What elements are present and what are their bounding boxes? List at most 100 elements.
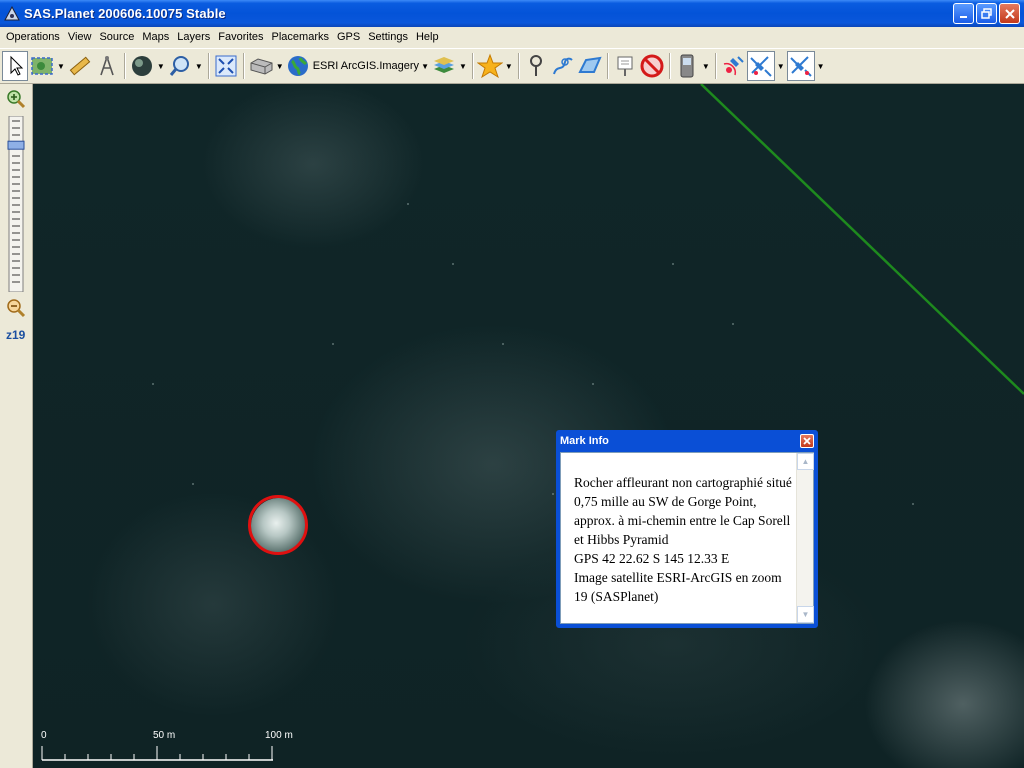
add-placemark-button[interactable] (523, 51, 549, 81)
ruler-button[interactable] (67, 51, 93, 81)
minimize-icon (959, 15, 967, 18)
gps-track-button[interactable] (746, 51, 775, 81)
scale-label-100: 100 m (265, 730, 293, 741)
map-source-dropdown-icon[interactable]: ▼ (421, 62, 429, 71)
cache-dropdown-icon[interactable]: ▼ (276, 62, 284, 71)
mark-info-body: Rocher affleurant non cartographié situé… (560, 452, 814, 624)
gps-panel-button[interactable] (674, 51, 700, 81)
toolbar-separator (123, 53, 126, 79)
menu-favorites[interactable]: Favorites (214, 27, 267, 48)
menu-settings[interactable]: Settings (364, 27, 412, 48)
menu-gps[interactable]: GPS (333, 27, 364, 48)
show-placemarks-button[interactable] (612, 51, 638, 81)
toolbar-separator (606, 53, 609, 79)
scroll-down-button[interactable]: ▼ (797, 606, 814, 623)
fullscreen-icon (215, 55, 237, 77)
title-bar: SAS.Planet 200606.10075 Stable (0, 0, 1024, 27)
zoom-slider[interactable] (7, 115, 25, 293)
gps-connect-button[interactable] (720, 51, 746, 81)
track-line (152, 84, 1024, 505)
scale-ticks (41, 746, 273, 761)
zoom-out-icon (7, 299, 26, 318)
menu-maps[interactable]: Maps (138, 27, 173, 48)
map-source-label: ESRI ArcGIS.Imagery (312, 60, 420, 72)
satellite-signal-icon (723, 56, 744, 76)
globe-button[interactable] (129, 51, 155, 81)
toolbar-separator (207, 53, 210, 79)
select-map-icon (31, 57, 53, 75)
gps-panel-dropdown-icon[interactable]: ▼ (702, 62, 710, 71)
select-area-button[interactable] (29, 51, 55, 81)
menu-placemarks[interactable]: Placemarks (268, 27, 333, 48)
zoom-search-dropdown-icon[interactable]: ▼ (195, 62, 203, 71)
zoom-in-button[interactable] (6, 89, 26, 112)
mark-info-close-button[interactable] (800, 434, 814, 448)
favorites-button[interactable] (476, 51, 503, 81)
map-source-button[interactable]: ESRI ArcGIS.Imagery (286, 51, 419, 81)
compass-tool-button[interactable] (94, 51, 120, 81)
close-icon (803, 437, 811, 445)
scale-bar: 0 50 m 100 m (41, 724, 301, 764)
globe-dropdown-icon[interactable]: ▼ (157, 62, 165, 71)
restore-icon (981, 8, 992, 19)
ruler-icon (69, 56, 91, 76)
layers-icon (433, 57, 454, 73)
path-icon (552, 57, 573, 75)
mark-info-title: Mark Info (560, 435, 609, 447)
menu-source[interactable]: Source (95, 27, 138, 48)
scale-label-0: 0 (41, 730, 47, 741)
pointer-tool-button[interactable] (2, 51, 28, 81)
zoom-out-button[interactable] (6, 298, 26, 321)
add-path-button[interactable] (550, 51, 576, 81)
mark-info-titlebar: Mark Info (558, 432, 816, 450)
menu-view[interactable]: View (64, 27, 96, 48)
select-area-dropdown-icon[interactable]: ▼ (57, 62, 65, 71)
star-icon (476, 53, 503, 79)
gps-track-dropdown-icon[interactable]: ▼ (777, 62, 785, 71)
zoom-slider-track (7, 115, 25, 293)
minimize-button[interactable] (953, 3, 974, 24)
zoom-in-icon (7, 90, 26, 109)
magnifier-icon (169, 56, 189, 76)
gps-device-icon (680, 54, 694, 78)
globe-icon (287, 56, 308, 76)
cache-button[interactable] (248, 51, 274, 81)
zoom-slider-thumb[interactable] (7, 140, 25, 150)
polygon-icon (578, 56, 602, 73)
gps-center-dropdown-icon[interactable]: ▼ (817, 62, 825, 71)
forbidden-icon (640, 54, 664, 78)
close-icon (1004, 8, 1015, 19)
scroll-up-button[interactable]: ▲ (797, 453, 814, 470)
main-toolbar: ▼ ▼ ▼ ▼ ESRI ArcGIS.Imagery ▼ ▼ ▼ ▼ ▼ ▼ (0, 48, 1024, 84)
pin-icon (529, 55, 542, 76)
menu-operations[interactable]: Operations (2, 27, 64, 48)
restore-button[interactable] (976, 3, 997, 24)
placemark-ring[interactable] (248, 495, 308, 555)
mark-info-scrollbar[interactable]: ▲ ▼ (796, 453, 814, 623)
layers-dropdown-icon[interactable]: ▼ (459, 62, 467, 71)
map-view[interactable]: 0 50 m 100 m (33, 84, 1024, 768)
menu-bar: Operations View Source Maps Layers Favor… (0, 27, 1024, 48)
close-window-button[interactable] (999, 3, 1020, 24)
menu-help[interactable]: Help (412, 27, 443, 48)
zoom-search-button[interactable] (167, 51, 193, 81)
fullscreen-button[interactable] (213, 51, 239, 81)
mark-info-text: Rocher affleurant non cartographié situé… (574, 475, 792, 604)
layers-button[interactable] (431, 51, 457, 81)
zoom-panel: z19 (0, 84, 33, 768)
gps-center-button[interactable] (786, 51, 815, 81)
compass-icon (100, 56, 114, 76)
toolbar-separator (517, 53, 520, 79)
add-polygon-button[interactable] (577, 51, 603, 81)
hard-drive-icon (250, 58, 273, 75)
menu-layers[interactable]: Layers (173, 27, 214, 48)
toolbar-separator (242, 53, 245, 79)
favorites-dropdown-icon[interactable]: ▼ (505, 62, 513, 71)
toolbar-separator (714, 53, 717, 79)
placemark-list-icon (617, 56, 633, 76)
mark-info-dialog: Mark Info Rocher affleurant non cartogra… (556, 430, 818, 628)
zoom-level-label: z19 (6, 328, 26, 342)
window-title: SAS.Planet 200606.10075 Stable (24, 6, 226, 21)
hide-placemarks-button[interactable] (639, 51, 665, 81)
globe-dark-icon (131, 56, 152, 76)
